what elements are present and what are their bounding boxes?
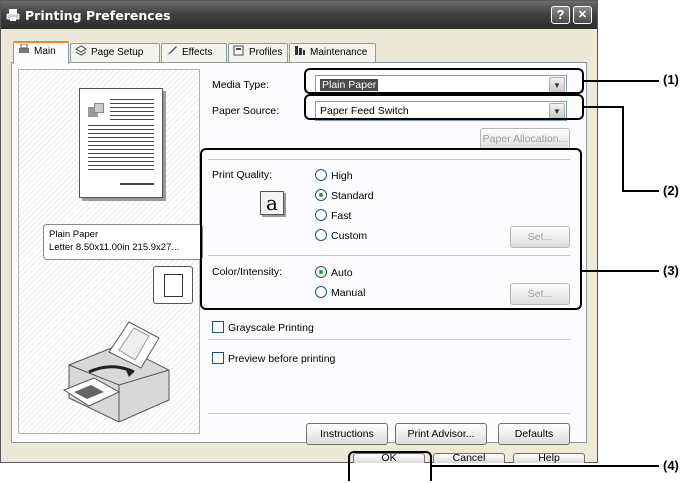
printer-icon: [19, 44, 29, 53]
preview-image-icon: [88, 103, 106, 119]
media-info-box: Plain Paper Letter 8.50x11.00in 215.9x27…: [43, 224, 203, 260]
page-setup-icon: [75, 45, 87, 56]
media-info-size: Letter 8.50x11.00in 215.9x27...: [49, 242, 180, 253]
tab-page-setup[interactable]: Page Setup: [70, 43, 160, 63]
tab-main-label: Main: [34, 46, 56, 57]
tab-maintenance[interactable]: Maintenance: [289, 43, 376, 63]
window-title: Printing Preferences: [25, 8, 171, 23]
preview-pane: Plain Paper Letter 8.50x11.00in 215.9x27…: [18, 69, 203, 434]
callout-box-1: [304, 68, 584, 94]
defaults-button[interactable]: Defaults: [498, 423, 570, 445]
title-bar: Printing Preferences ? ✕: [1, 1, 597, 29]
callout-label-3: (3): [663, 263, 679, 278]
paper-source-label: Paper Source:: [212, 105, 280, 117]
checkbox-icon: [212, 352, 224, 364]
callout-box-4: [348, 451, 432, 481]
close-button[interactable]: ✕: [573, 6, 592, 24]
tab-main[interactable]: Main: [13, 41, 69, 64]
media-info-type: Plain Paper: [49, 229, 99, 240]
preview-before-printing-label: Preview before printing: [228, 353, 336, 365]
maintenance-icon: [295, 46, 305, 55]
help-title-button[interactable]: ?: [551, 6, 570, 24]
tab-page-setup-label: Page Setup: [91, 47, 144, 58]
grayscale-label: Grayscale Printing: [228, 322, 314, 334]
page-preview-document: [79, 88, 163, 198]
paper-allocation-button[interactable]: Paper Allocation...: [480, 128, 570, 150]
media-type-label: Media Type:: [212, 79, 270, 91]
preview-before-printing-checkbox[interactable]: Preview before printing: [212, 352, 335, 365]
effects-brush-icon: [167, 46, 177, 55]
tab-effects[interactable]: Effects: [161, 43, 227, 63]
tab-effects-label: Effects: [182, 47, 213, 58]
printer-illustration-icon: [62, 321, 170, 423]
checkbox-icon: [212, 321, 224, 333]
grayscale-checkbox[interactable]: Grayscale Printing: [212, 321, 314, 334]
help-button[interactable]: Help: [513, 453, 585, 463]
callout-box-3: [200, 148, 582, 310]
instructions-button[interactable]: Instructions: [306, 423, 388, 445]
print-advisor-button[interactable]: Print Advisor...: [395, 423, 487, 445]
cancel-button[interactable]: Cancel: [433, 453, 505, 463]
tab-profiles[interactable]: Profiles: [228, 43, 288, 63]
profiles-icon: [233, 45, 244, 56]
printer-icon: [6, 9, 20, 21]
tab-profiles-label: Profiles: [249, 47, 283, 58]
orientation-portrait-icon: [153, 266, 193, 304]
callout-label-4: (4): [663, 458, 679, 473]
callout-label-1: (1): [663, 72, 679, 87]
callout-box-2: [304, 94, 584, 120]
callout-label-2: (2): [663, 183, 679, 198]
tab-maintenance-label: Maintenance: [310, 47, 368, 58]
